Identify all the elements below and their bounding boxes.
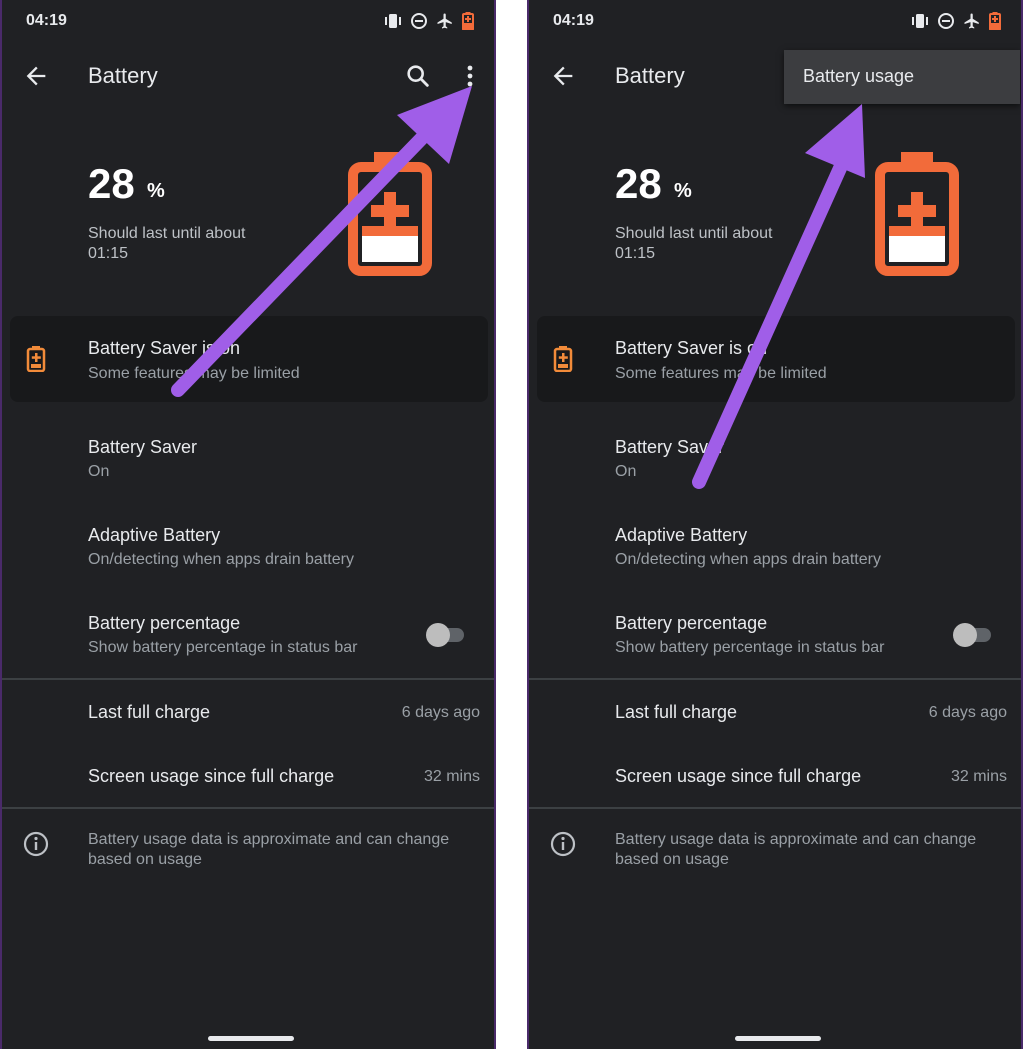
settings-item-title: Battery percentage xyxy=(615,613,768,633)
battery-estimate-line1: Should last until about xyxy=(88,225,246,242)
phone-screen-right: 04:19 Battery 28 % Should last until abo… xyxy=(527,0,1023,1049)
settings-item-title: Battery Saver xyxy=(88,437,198,457)
vibrate-icon xyxy=(385,14,401,28)
stat-label: Last full charge xyxy=(88,702,211,722)
stat-label: Screen usage since full charge xyxy=(88,766,335,786)
battery-saver-icon xyxy=(553,346,573,372)
battery-estimate: Should last until about 01:15 xyxy=(88,224,298,264)
status-icons xyxy=(384,10,474,32)
toggle-thumb xyxy=(426,623,450,647)
settings-item-subtitle: Show battery percentage in status bar xyxy=(88,639,358,656)
settings-item-title: Adaptive Battery xyxy=(88,525,221,545)
battery-saver-status-icon xyxy=(462,12,474,30)
stat-label: Screen usage since full charge xyxy=(615,766,862,786)
settings-item-subtitle: On/detecting when apps drain battery xyxy=(88,551,354,568)
settings-item-battery-saver[interactable]: Battery Saver On xyxy=(2,428,494,492)
stat-value: 6 days ago xyxy=(401,704,480,721)
battery-saver-status-card[interactable]: Battery Saver is on Some features may be… xyxy=(10,316,488,402)
page-title: Battery xyxy=(88,63,158,88)
battery-saver-status-subtitle: Some features may be limited xyxy=(88,365,300,382)
battery-saver-large-icon xyxy=(348,152,432,276)
do-not-disturb-icon xyxy=(411,13,427,29)
stat-row-screen-usage: Screen usage since full charge 32 mins xyxy=(529,760,1021,796)
stat-value: 32 mins xyxy=(423,768,480,785)
settings-item-subtitle: On xyxy=(88,463,110,480)
stat-row-last-full-charge: Last full charge 6 days ago xyxy=(529,696,1021,732)
battery-percentage-toggle[interactable] xyxy=(426,622,466,647)
settings-item-battery-saver[interactable]: Battery Saver On xyxy=(529,428,1021,492)
phone-screen-left: 04:19 Battery 28 % Should last until abo… xyxy=(0,0,496,1049)
stat-value: 32 mins xyxy=(950,768,1007,785)
settings-item-title: Battery Saver xyxy=(615,437,725,457)
do-not-disturb-icon xyxy=(938,13,954,29)
settings-item-battery-percentage[interactable]: Battery percentage Show battery percenta… xyxy=(529,604,1021,668)
battery-saver-large-icon xyxy=(875,152,959,276)
battery-level-unit: % xyxy=(674,180,692,202)
airplane-mode-icon xyxy=(964,13,979,29)
battery-estimate-time: 01:15 xyxy=(615,245,656,262)
settings-item-title: Adaptive Battery xyxy=(615,525,748,545)
back-arrow-icon[interactable] xyxy=(549,62,577,90)
battery-estimate: Should last until about 01:15 xyxy=(615,224,825,264)
toggle-thumb xyxy=(953,623,977,647)
battery-saver-icon xyxy=(26,346,46,372)
settings-item-subtitle: On xyxy=(615,463,637,480)
vibrate-icon xyxy=(912,14,928,28)
battery-usage-disclaimer: Battery usage data is approximate and ca… xyxy=(615,831,977,868)
stat-row-screen-usage: Screen usage since full charge 32 mins xyxy=(2,760,494,796)
back-arrow-icon[interactable] xyxy=(22,62,50,90)
battery-saver-status-title: Battery Saver is on xyxy=(88,338,241,358)
stat-row-last-full-charge: Last full charge 6 days ago xyxy=(2,696,494,732)
battery-usage-disclaimer: Battery usage data is approximate and ca… xyxy=(88,831,450,868)
stat-label: Last full charge xyxy=(615,702,738,722)
info-icon xyxy=(23,831,49,857)
settings-item-title: Battery percentage xyxy=(88,613,241,633)
battery-level: 28 xyxy=(615,160,662,207)
battery-level-unit: % xyxy=(147,180,165,202)
divider xyxy=(2,678,494,680)
battery-level: 28 xyxy=(88,160,135,207)
overflow-menu: Battery usage xyxy=(784,50,1020,104)
info-icon xyxy=(550,831,576,857)
settings-item-subtitle: On/detecting when apps drain battery xyxy=(615,551,881,568)
status-time: 04:19 xyxy=(26,12,67,29)
divider xyxy=(529,807,1021,809)
settings-item-adaptive-battery[interactable]: Adaptive Battery On/detecting when apps … xyxy=(2,516,494,580)
battery-saver-status-title: Battery Saver is on xyxy=(615,338,768,358)
divider xyxy=(2,807,494,809)
search-icon[interactable] xyxy=(404,62,432,90)
menu-item-battery-usage[interactable]: Battery usage xyxy=(803,66,914,87)
battery-saver-status-icon xyxy=(989,12,1001,30)
settings-item-battery-percentage[interactable]: Battery percentage Show battery percenta… xyxy=(2,604,494,668)
settings-item-subtitle: Show battery percentage in status bar xyxy=(615,639,885,656)
battery-estimate-time: 01:15 xyxy=(88,245,129,262)
settings-item-adaptive-battery[interactable]: Adaptive Battery On/detecting when apps … xyxy=(529,516,1021,580)
stat-value: 6 days ago xyxy=(928,704,1007,721)
airplane-mode-icon xyxy=(437,13,452,29)
more-options-icon[interactable] xyxy=(458,62,482,90)
status-time: 04:19 xyxy=(553,12,594,29)
gesture-nav-handle[interactable] xyxy=(735,1036,821,1041)
battery-percentage-toggle[interactable] xyxy=(953,622,993,647)
status-icons xyxy=(911,10,1001,32)
battery-saver-status-subtitle: Some features may be limited xyxy=(615,365,827,382)
gesture-nav-handle[interactable] xyxy=(208,1036,294,1041)
battery-estimate-line1: Should last until about xyxy=(615,225,773,242)
page-title: Battery xyxy=(615,63,685,88)
battery-saver-status-card[interactable]: Battery Saver is on Some features may be… xyxy=(537,316,1015,402)
divider xyxy=(529,678,1021,680)
